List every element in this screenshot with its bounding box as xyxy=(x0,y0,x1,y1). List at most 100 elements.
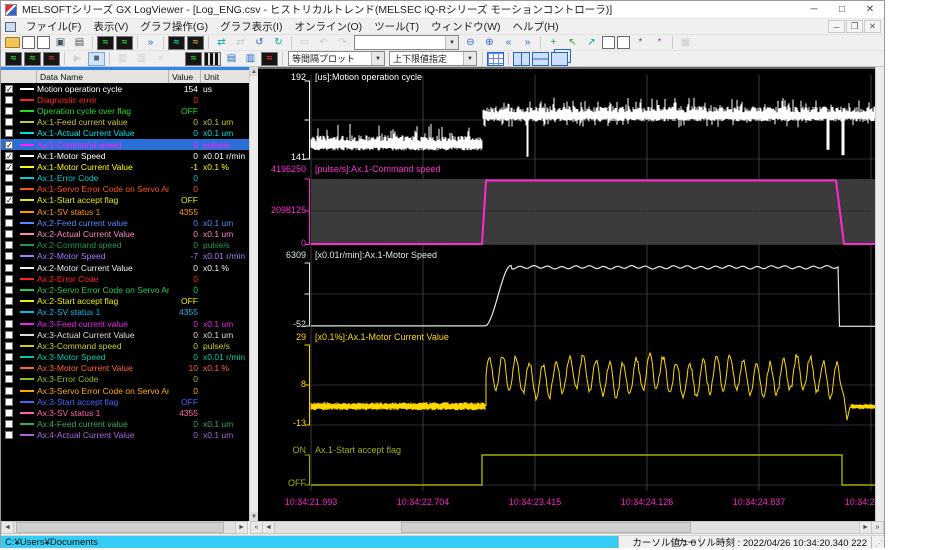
page-prev-icon[interactable]: « xyxy=(500,36,517,50)
row-checkbox[interactable] xyxy=(5,330,13,339)
list-row[interactable]: ✓ Ax:1-Motor Speed 0 x0.01 r/min xyxy=(1,150,249,161)
row-checkbox[interactable] xyxy=(5,285,13,294)
list-row[interactable]: Operation cycle over flag OFF xyxy=(1,105,249,116)
copy-graph-icon[interactable] xyxy=(602,36,615,49)
chevron-down-icon[interactable]: ▼ xyxy=(371,52,384,65)
menu-item-7[interactable]: ヘルプ(H) xyxy=(507,19,565,34)
row-checkbox[interactable] xyxy=(5,353,13,362)
minimize-button[interactable]: ─ xyxy=(800,1,828,18)
snapshot-icon[interactable]: ▣ xyxy=(52,36,69,50)
realtime-trend-icon[interactable]: ≈ xyxy=(24,51,41,66)
list-row[interactable]: Ax:4-Actual Current Value 0 x0.1 um xyxy=(1,430,249,441)
list-row[interactable]: Ax:2-Actual Current Value 0 x0.1 um xyxy=(1,228,249,239)
list-row[interactable]: Ax:3-Servo Error Code on Servo Amplifier… xyxy=(1,385,249,396)
split-horizontal-icon[interactable] xyxy=(532,51,549,66)
list-row[interactable]: Ax:3-Feed current value 0 x0.1 um xyxy=(1,318,249,329)
row-checkbox[interactable] xyxy=(5,420,13,429)
chart-vertical-scrollbar[interactable] xyxy=(875,67,884,521)
stop-monitor-icon[interactable]: ■ xyxy=(88,51,105,66)
row-checkbox[interactable] xyxy=(5,397,13,406)
row-checkbox[interactable]: ✓ xyxy=(5,162,13,171)
list-row[interactable]: Ax:2-Servo Error Code on Servo Amplifier… xyxy=(1,284,249,295)
chart-scroll-left-icon[interactable]: ◄ xyxy=(263,522,275,533)
list-row[interactable]: Ax:3-Motor Speed 0 x0.01 r/min xyxy=(1,352,249,363)
menu-item-5[interactable]: ツール(T) xyxy=(368,19,425,34)
maximize-button[interactable]: □ xyxy=(828,1,856,18)
menu-item-1[interactable]: 表示(V) xyxy=(87,19,134,34)
chart-scroll-track[interactable] xyxy=(275,522,859,533)
historical-trend-icon[interactable]: ≈ xyxy=(5,51,22,66)
row-checkbox[interactable] xyxy=(5,174,13,183)
list-scroll-thumb[interactable] xyxy=(16,522,224,533)
list-row[interactable]: Ax:3-SV status 1 4355 xyxy=(1,407,249,418)
copy-image-icon[interactable] xyxy=(37,36,50,49)
row-checkbox[interactable] xyxy=(5,319,13,328)
overview-window-icon[interactable]: ≈ xyxy=(187,35,204,50)
graph-properties-icon[interactable]: * xyxy=(632,36,649,50)
move-cursor-icon[interactable]: ⇄ xyxy=(213,36,230,50)
split-vertical-icon[interactable] xyxy=(513,51,530,66)
list-row[interactable]: Ax:3-Command speed 0 pulse/s xyxy=(1,340,249,351)
row-checkbox[interactable] xyxy=(5,431,13,440)
menu-item-0[interactable]: ファイル(F) xyxy=(20,19,87,34)
list-row[interactable]: Ax:1-SV status 1 4355 xyxy=(1,206,249,217)
row-checkbox[interactable] xyxy=(5,409,13,418)
list-row[interactable]: Ax:2-Motor Current Value 0 x0.1 % xyxy=(1,262,249,273)
close-button[interactable]: ✕ xyxy=(856,1,884,18)
zoom-in-icon[interactable]: ⊕ xyxy=(481,36,498,50)
row-checkbox[interactable] xyxy=(5,118,13,127)
list-row[interactable]: Ax:3-Actual Current Value 0 x0.1 um xyxy=(1,329,249,340)
row-checkbox[interactable] xyxy=(5,106,13,115)
menu-item-2[interactable]: グラフ操作(G) xyxy=(134,19,214,34)
list-row[interactable]: Ax:2-Start accept flag OFF xyxy=(1,296,249,307)
data-jump-icon[interactable]: » xyxy=(142,36,159,50)
list-row[interactable]: Ax:4-Feed current value 0 x0.1 um xyxy=(1,419,249,430)
trend-chart-panel[interactable]: 192 [us]:Motion operation cycle 141 4196250… xyxy=(258,67,875,521)
prev-marker-icon[interactable]: ↖ xyxy=(564,36,581,50)
row-checkbox[interactable] xyxy=(5,375,13,384)
list-row[interactable]: ✓ Ax:1-Command speed 0 pulse/s xyxy=(1,138,249,151)
scroll-up-icon[interactable]: ▲ xyxy=(250,67,258,76)
header-unit[interactable]: Unit xyxy=(201,70,249,83)
row-checkbox[interactable] xyxy=(5,185,13,194)
chart-scroll-pageright-icon[interactable]: » xyxy=(871,522,883,533)
row-checkbox[interactable] xyxy=(5,341,13,350)
list-row[interactable]: Ax:2-Error Code 0 xyxy=(1,273,249,284)
row-checkbox[interactable] xyxy=(5,129,13,138)
chart-horizontal-scrollbar[interactable]: « ◄ ► » xyxy=(250,521,884,534)
open-file-icon[interactable] xyxy=(5,37,20,48)
save-report-icon[interactable] xyxy=(617,36,630,49)
resize-grip[interactable]: ⋰ xyxy=(872,536,884,548)
scale-mode-combobox[interactable]: 上下限値指定 ▼ xyxy=(389,51,477,66)
chevron-down-icon[interactable]: ▼ xyxy=(463,52,476,65)
page-next-icon[interactable]: » xyxy=(519,36,536,50)
jump-trigger-icon[interactable]: ↻ xyxy=(270,36,287,50)
event-list-icon[interactable]: ≈ xyxy=(261,51,278,66)
plot-type-combobox[interactable]: 等間隔プロット ▼ xyxy=(288,51,385,66)
zoom-out-icon[interactable]: ⊖ xyxy=(462,36,479,50)
chart-scroll-right-icon[interactable]: ► xyxy=(859,522,871,533)
next-marker-icon[interactable]: ↗ xyxy=(583,36,600,50)
row-checkbox[interactable]: ✓ xyxy=(5,151,13,160)
row-checkbox[interactable] xyxy=(5,263,13,272)
list-row[interactable]: Ax:2-Feed current value 0 x0.1 um xyxy=(1,217,249,228)
row-checkbox[interactable]: ✓ xyxy=(5,196,13,205)
menu-item-3[interactable]: グラフ表示(I) xyxy=(214,19,288,34)
save-image-icon[interactable] xyxy=(22,36,35,49)
row-checkbox[interactable] xyxy=(5,218,13,227)
row-checkbox[interactable] xyxy=(5,241,13,250)
list-row[interactable]: Ax:1-Error Code 0 xyxy=(1,173,249,184)
trend-graph-icon[interactable]: ≈ xyxy=(185,51,202,66)
list-row[interactable]: ✓ Ax:1-Motor Current Value -1 x0.1 % xyxy=(1,161,249,172)
list-row[interactable]: Ax:1-Servo Error Code on Servo Amplifier… xyxy=(1,184,249,195)
chart-scroll-pageleft-icon[interactable]: « xyxy=(251,522,263,533)
jump-start-icon[interactable]: ↺ xyxy=(251,36,268,50)
scroll-down-icon[interactable]: ▼ xyxy=(250,512,258,521)
list-row[interactable]: Ax:1-Actual Current Value 0 x0.1 um xyxy=(1,128,249,139)
list-vertical-scrollbar[interactable]: ▲ ▼ xyxy=(249,67,258,521)
header-data-name[interactable]: Data Name xyxy=(37,70,169,83)
chart-scroll-thumb[interactable] xyxy=(401,522,691,533)
grid-display-icon[interactable] xyxy=(487,51,504,66)
mdi-restore-button[interactable]: ❐ xyxy=(846,20,863,33)
mdi-minimize-button[interactable]: ─ xyxy=(828,20,845,33)
